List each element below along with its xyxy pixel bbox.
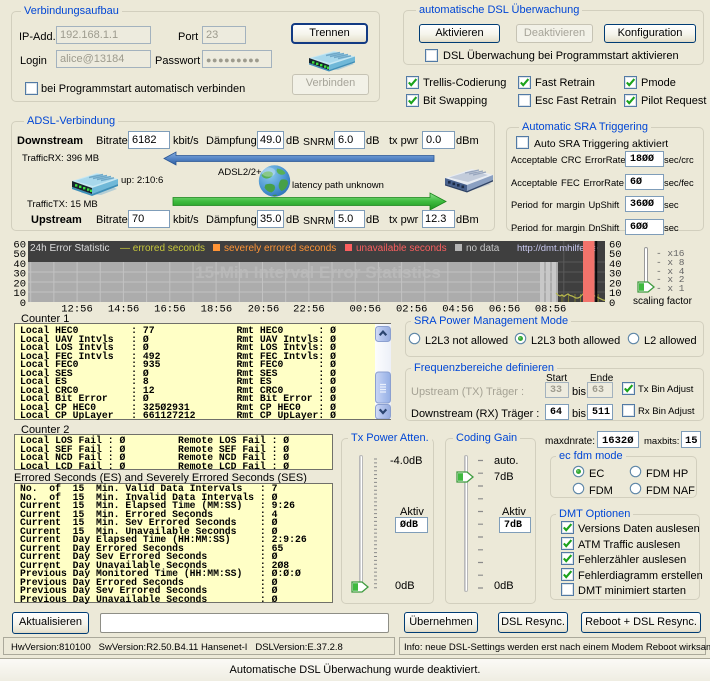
svg-text:severely errored seconds: severely errored seconds: [224, 243, 336, 254]
svg-text:20:56: 20:56: [248, 304, 280, 316]
svg-text:16:56: 16:56: [154, 304, 186, 316]
svg-text:— errored seconds: — errored seconds: [120, 243, 205, 254]
svg-text:24h Error Statistic: 24h Error Statistic: [30, 243, 109, 254]
svg-text:18:56: 18:56: [201, 304, 233, 316]
svg-text:14:56: 14:56: [108, 304, 140, 316]
svg-text:22:56: 22:56: [293, 304, 325, 316]
svg-text:0: 0: [20, 298, 26, 310]
